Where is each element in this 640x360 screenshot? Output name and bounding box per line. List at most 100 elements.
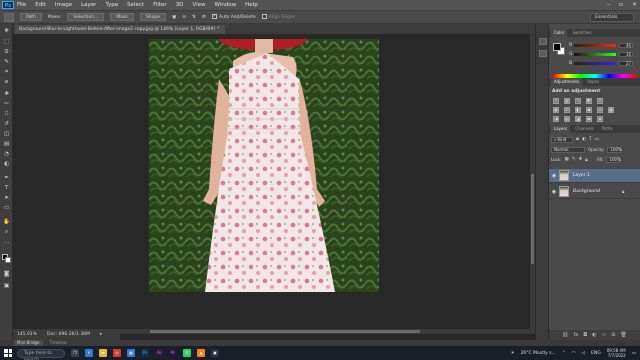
tab-adjustments[interactable]: Adjustments — [551, 78, 583, 86]
illustrator-taskbar-icon[interactable]: Ai — [155, 349, 163, 357]
more-tools-icon[interactable]: … — [2, 238, 11, 246]
lasso-tool-icon[interactable]: ᘐ — [2, 48, 11, 56]
photo-filter-icon[interactable]: ◉ — [586, 107, 592, 113]
windows-start-icon[interactable] — [4, 349, 12, 357]
path-mode-select[interactable]: Path — [20, 13, 42, 21]
tab-channels[interactable]: Channels — [572, 125, 597, 133]
screen-mode-icon[interactable]: ▣ — [2, 282, 11, 290]
clone-stamp-tool-icon[interactable]: ⎍ — [2, 110, 11, 118]
photoshop-taskbar-icon[interactable]: Ps — [141, 349, 149, 357]
volume-icon[interactable]: ◁ — [582, 351, 585, 356]
menu-layer[interactable]: Layer — [81, 2, 96, 8]
rectangle-tool-icon[interactable]: ▭ — [2, 204, 11, 212]
new-group-icon[interactable]: ▭ — [602, 332, 607, 338]
menu-edit[interactable]: Edit — [35, 2, 46, 8]
filter-adjust-icon[interactable]: ◐ — [582, 137, 586, 142]
vlc-icon[interactable]: ▲ — [197, 349, 205, 357]
blur-tool-icon[interactable]: ◔ — [2, 150, 11, 158]
menu-file[interactable]: File — [17, 2, 26, 8]
tab-color[interactable]: Color — [551, 29, 568, 37]
layer-row-layer-1[interactable]: ◉ Layer 1 — [549, 169, 640, 183]
filter-pixel-icon[interactable]: ▪ — [576, 137, 579, 142]
tab-layers[interactable]: Layers — [551, 125, 571, 133]
weather-text[interactable]: 26°C Mostly s... — [521, 351, 556, 356]
store-icon[interactable]: ▦ — [127, 349, 135, 357]
close-icon[interactable]: ✕ — [632, 1, 637, 8]
task-view-icon[interactable]: ❐ — [71, 349, 79, 357]
zoom-level[interactable]: 145.91% — [17, 332, 37, 337]
red-slider[interactable]: R 46 — [569, 42, 639, 48]
color-lookup-icon[interactable]: ▩ — [608, 107, 614, 113]
hand-tool-icon[interactable]: ✋ — [2, 218, 11, 226]
make-selection-button[interactable]: Selection... — [67, 13, 105, 21]
red-value-field[interactable]: 46 — [619, 42, 633, 48]
posterize-icon[interactable]: ▤ — [564, 116, 570, 122]
history-brush-tool-icon[interactable]: ↺ — [2, 120, 11, 128]
layer-name[interactable]: Layer 1 — [573, 173, 590, 178]
filter-type-icon[interactable]: T — [589, 137, 592, 142]
gradient-tool-icon[interactable]: ▤ — [2, 140, 11, 148]
threshold-icon[interactable]: ◪ — [575, 116, 581, 122]
opacity-field[interactable]: 100% — [607, 146, 622, 153]
photos-app-icon[interactable]: ▣ — [211, 349, 219, 357]
layer-kind-filter[interactable]: ⌕ Kind — [551, 136, 573, 143]
selective-color-icon[interactable]: ◈ — [597, 116, 603, 122]
path-arrange-icon[interactable]: ⇅ — [192, 15, 196, 20]
pen-tool-preset-icon[interactable] — [4, 12, 14, 22]
add-mask-icon[interactable]: ◘ — [583, 332, 587, 338]
fill-field[interactable]: 100% — [606, 156, 621, 163]
menu-view[interactable]: View — [192, 2, 205, 8]
quick-select-tool-icon[interactable]: ✎ — [2, 58, 11, 66]
eyedropper-tool-icon[interactable]: ⌀ — [2, 78, 11, 86]
green-slider[interactable]: G 36 — [569, 51, 639, 57]
history-panel-icon[interactable] — [539, 38, 547, 45]
blue-slider[interactable]: B 27 — [569, 60, 639, 66]
horizontal-scroll-thumb[interactable] — [150, 330, 420, 333]
green-slider-bar[interactable] — [574, 52, 616, 56]
layer-name[interactable]: Background — [573, 189, 600, 194]
document-canvas-photo[interactable] — [149, 39, 379, 292]
link-layers-icon[interactable]: ⛓ — [562, 332, 568, 338]
menu-help[interactable]: Help — [245, 2, 258, 8]
brush-tool-icon[interactable]: ✏ — [2, 100, 11, 108]
edge-browser-icon[interactable]: e — [85, 349, 93, 357]
tab-paths[interactable]: Paths — [599, 125, 616, 133]
tray-chevron-icon[interactable]: ⌃ — [562, 351, 566, 356]
visibility-eye-icon[interactable]: ◉ — [549, 173, 559, 179]
levels-icon[interactable]: ▥ — [564, 98, 570, 104]
maximize-icon[interactable]: ▫ — [619, 1, 623, 8]
path-ops-icon[interactable]: ▣ — [172, 15, 176, 20]
quick-mask-icon[interactable]: ◙ — [2, 270, 11, 278]
hue-saturation-icon[interactable]: ▦ — [553, 107, 559, 113]
exposure-icon[interactable]: ◩ — [586, 98, 592, 104]
background-color-swatch[interactable] — [5, 257, 11, 263]
blue-value-field[interactable]: 27 — [619, 60, 633, 66]
layer-row-background[interactable]: ◉ Background 🔒︎ — [549, 185, 640, 199]
align-edges-checkbox[interactable]: Align Edges — [261, 14, 295, 20]
red-slider-bar[interactable] — [574, 43, 616, 47]
vertical-scroll-thumb[interactable] — [531, 174, 534, 264]
blue-slider-bar[interactable] — [574, 61, 616, 65]
menu-type[interactable]: Type — [105, 2, 118, 8]
delete-layer-icon[interactable]: 🗑︎ — [621, 332, 627, 338]
blend-mode-select[interactable]: Normal — [551, 146, 585, 153]
vibrance-icon[interactable]: ▽ — [597, 98, 603, 104]
menu-window[interactable]: Window — [214, 2, 236, 8]
green-value-field[interactable]: 36 — [619, 51, 633, 57]
visibility-eye-icon[interactable]: ◉ — [549, 189, 559, 195]
menu-image[interactable]: Image — [55, 2, 72, 8]
invert-icon[interactable]: ◑ — [553, 116, 559, 122]
make-shape-button[interactable]: Shape — [139, 13, 166, 21]
eraser-tool-icon[interactable]: ◫ — [2, 130, 11, 138]
healing-brush-tool-icon[interactable]: ✚ — [2, 90, 11, 98]
chrome-icon[interactable]: ◎ — [113, 349, 121, 357]
document-tab[interactable]: Background-Blur-in-Lightroom-Before-Afte… — [15, 25, 225, 34]
crop-tool-icon[interactable]: ⌗ — [2, 68, 11, 76]
filter-shape-icon[interactable]: ▭ — [595, 137, 599, 142]
gradient-map-icon[interactable]: ▬ — [586, 116, 592, 122]
menu-filter[interactable]: Filter — [153, 2, 167, 8]
taskbar-search-input[interactable]: Type here to search — [17, 348, 65, 360]
channel-mixer-icon[interactable]: ◎ — [597, 107, 603, 113]
file-explorer-icon[interactable]: ▬ — [99, 349, 107, 357]
language-indicator[interactable]: ENG — [591, 351, 601, 356]
